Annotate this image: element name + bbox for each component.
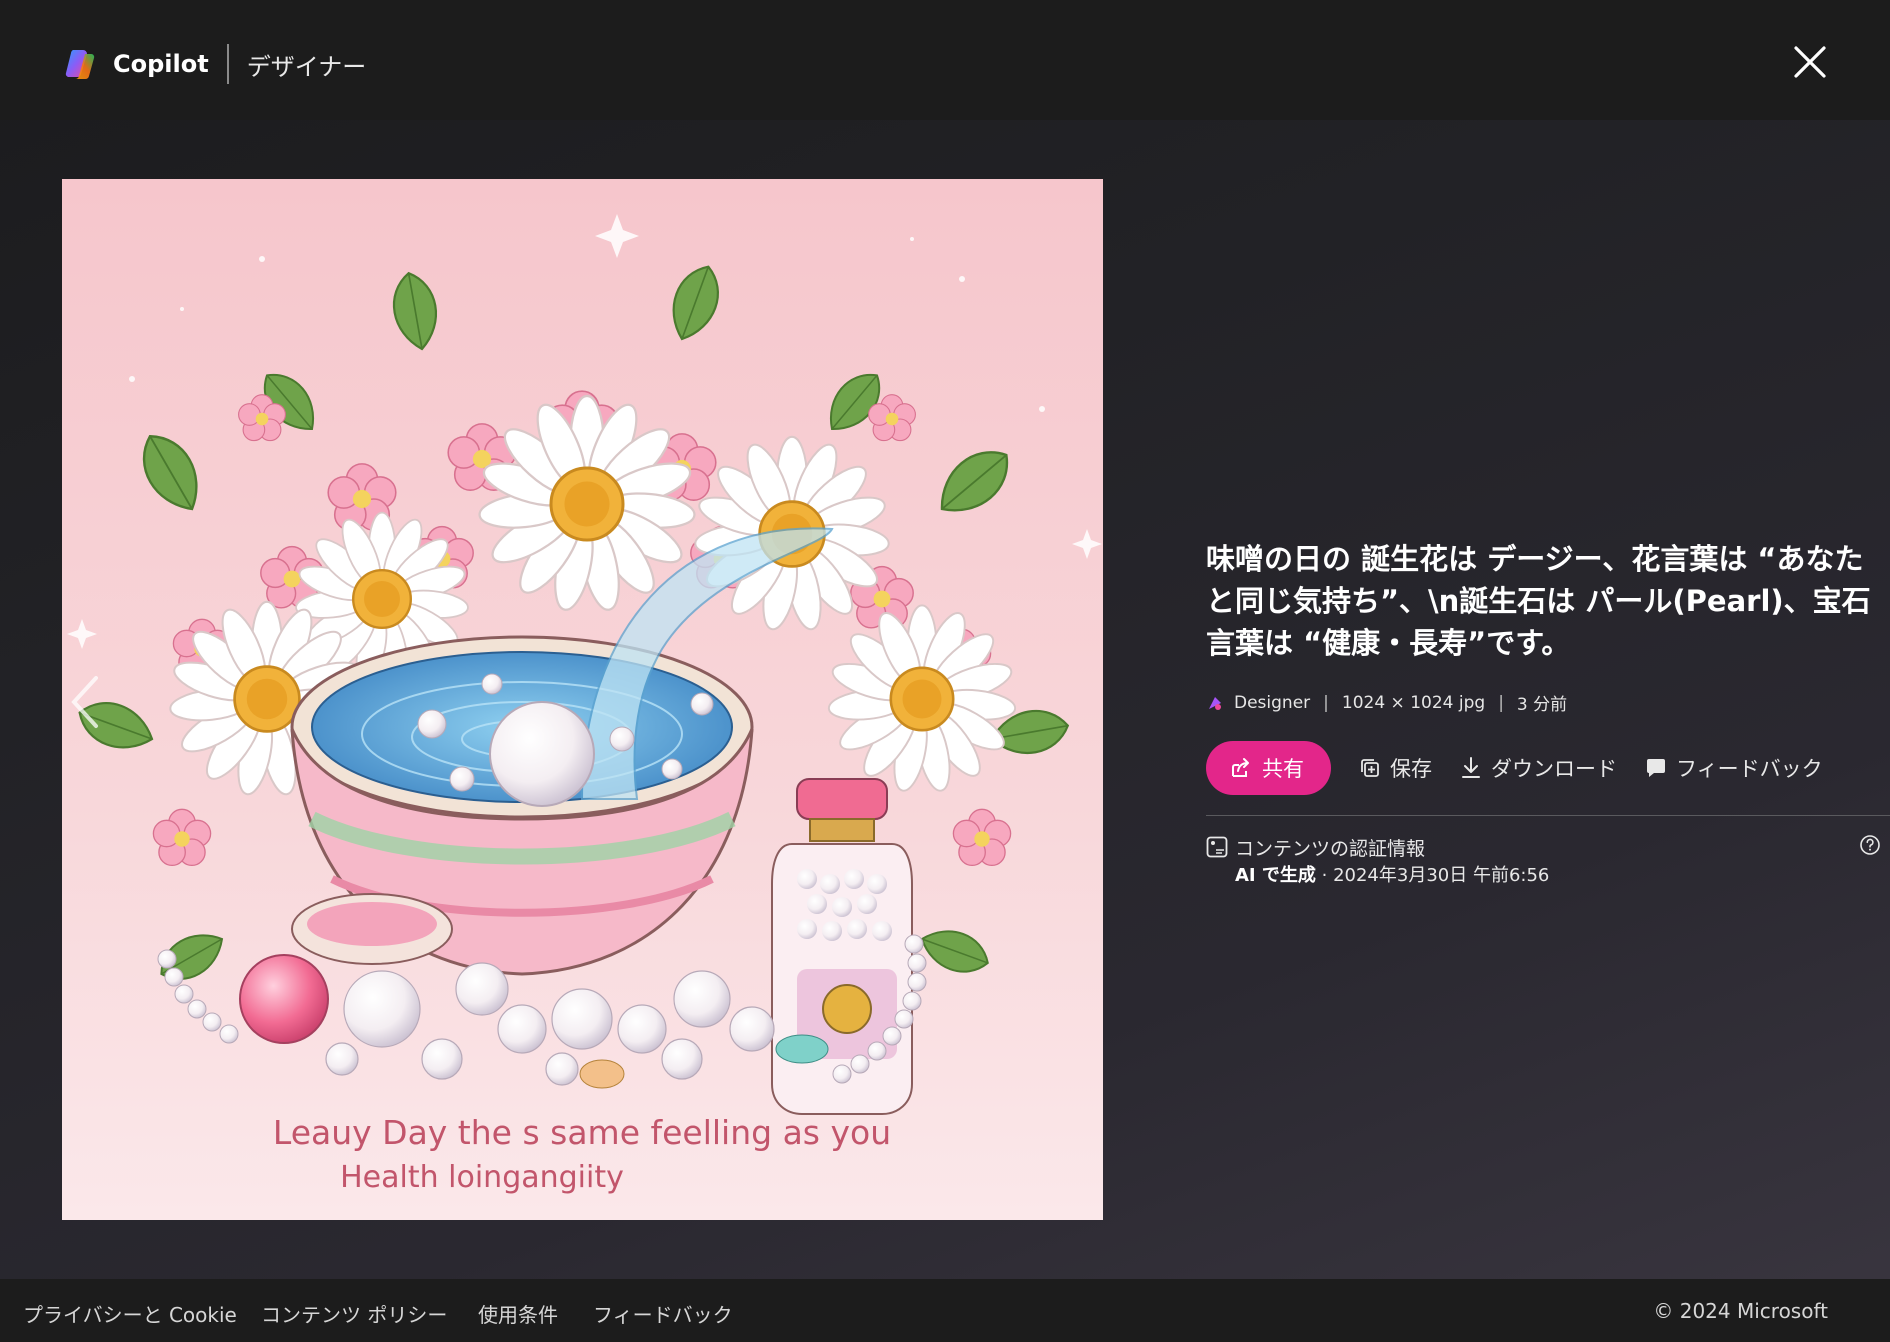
brand-name: Copilot xyxy=(113,50,209,78)
top-bar: Copilot デザイナー xyxy=(0,0,1890,120)
download-icon xyxy=(1462,757,1480,778)
image-illustration: Leauy Day the s same feelling as you Hea… xyxy=(62,179,1103,1220)
share-label: 共有 xyxy=(1262,757,1304,781)
generated-image: Leauy Day the s same feelling as you Hea… xyxy=(62,179,1103,1220)
previous-image-icon[interactable] xyxy=(66,672,106,732)
credentials-date: · 2024年3月30日 午前6:56 xyxy=(1315,865,1550,886)
brand[interactable]: Copilot デザイナー xyxy=(63,44,366,84)
download-button[interactable]: ダウンロード xyxy=(1460,753,1617,783)
footer: プライバシーと Cookie コンテンツ ポリシー 使用条件 フィードバック ©… xyxy=(0,1279,1890,1342)
designer-icon xyxy=(1209,696,1221,710)
ai-generated-label: AI で生成 xyxy=(1235,865,1316,886)
download-label: ダウンロード xyxy=(1491,757,1617,781)
share-button[interactable]: 共有 xyxy=(1206,741,1331,795)
action-bar: 共有 保存 ダウンロード フィードバック xyxy=(1206,741,1876,795)
feedback-label: フィードバック xyxy=(1676,757,1823,781)
meta-source: Designer xyxy=(1234,692,1311,713)
content-credentials-icon xyxy=(1206,836,1228,858)
footer-link-terms[interactable]: 使用条件 xyxy=(478,1299,558,1328)
feedback-icon xyxy=(1647,759,1665,777)
image-meta: Designer | 1024 × 1024 jpg | 3 分前 xyxy=(1206,690,1876,715)
save-label: 保存 xyxy=(1390,757,1432,781)
help-icon[interactable] xyxy=(1859,834,1881,856)
brand-divider xyxy=(226,44,229,84)
feedback-button[interactable]: フィードバック xyxy=(1645,753,1823,783)
close-icon[interactable] xyxy=(1790,42,1830,82)
content-credentials: コンテンツの認証情報 AI で生成 · 2024年3月30日 午前6:56 xyxy=(1206,834,1880,894)
footer-link-feedback[interactable]: フィードバック xyxy=(593,1299,733,1328)
meta-time: 3 分前 xyxy=(1516,695,1568,715)
meta-separator: | xyxy=(1498,692,1504,713)
image-info-panel: 味噌の日の 誕生花は デージー、花言葉は “あなたと同じ気持ち”、\n誕生石は … xyxy=(1206,538,1890,894)
meta-separator: | xyxy=(1323,692,1329,713)
image-caption-line1: Leauy Day the s same feelling as you xyxy=(273,1113,891,1152)
section-divider xyxy=(1206,815,1890,816)
meta-dimensions: 1024 × 1024 jpg xyxy=(1341,692,1486,713)
product-name: デザイナー xyxy=(246,52,367,81)
share-icon xyxy=(1232,758,1249,777)
footer-link-privacy[interactable]: プライバシーと Cookie xyxy=(23,1299,237,1328)
copyright: © 2024 Microsoft xyxy=(1653,1299,1828,1323)
save-button[interactable]: 保存 xyxy=(1359,753,1432,783)
prompt-title: 味噌の日の 誕生花は デージー、花言葉は “あなたと同じ気持ち”、\n誕生石は … xyxy=(1206,542,1871,660)
image-caption-line2: Health loingangiity xyxy=(340,1160,624,1195)
footer-link-content-policy[interactable]: コンテンツ ポリシー xyxy=(261,1299,447,1328)
collection-add-icon xyxy=(1361,759,1379,777)
copilot-logo-icon xyxy=(65,50,95,80)
credentials-detail: AI で生成 · 2024年3月30日 午前6:56 xyxy=(1235,861,1549,887)
credentials-title: コンテンツの認証情報 xyxy=(1235,838,1426,860)
